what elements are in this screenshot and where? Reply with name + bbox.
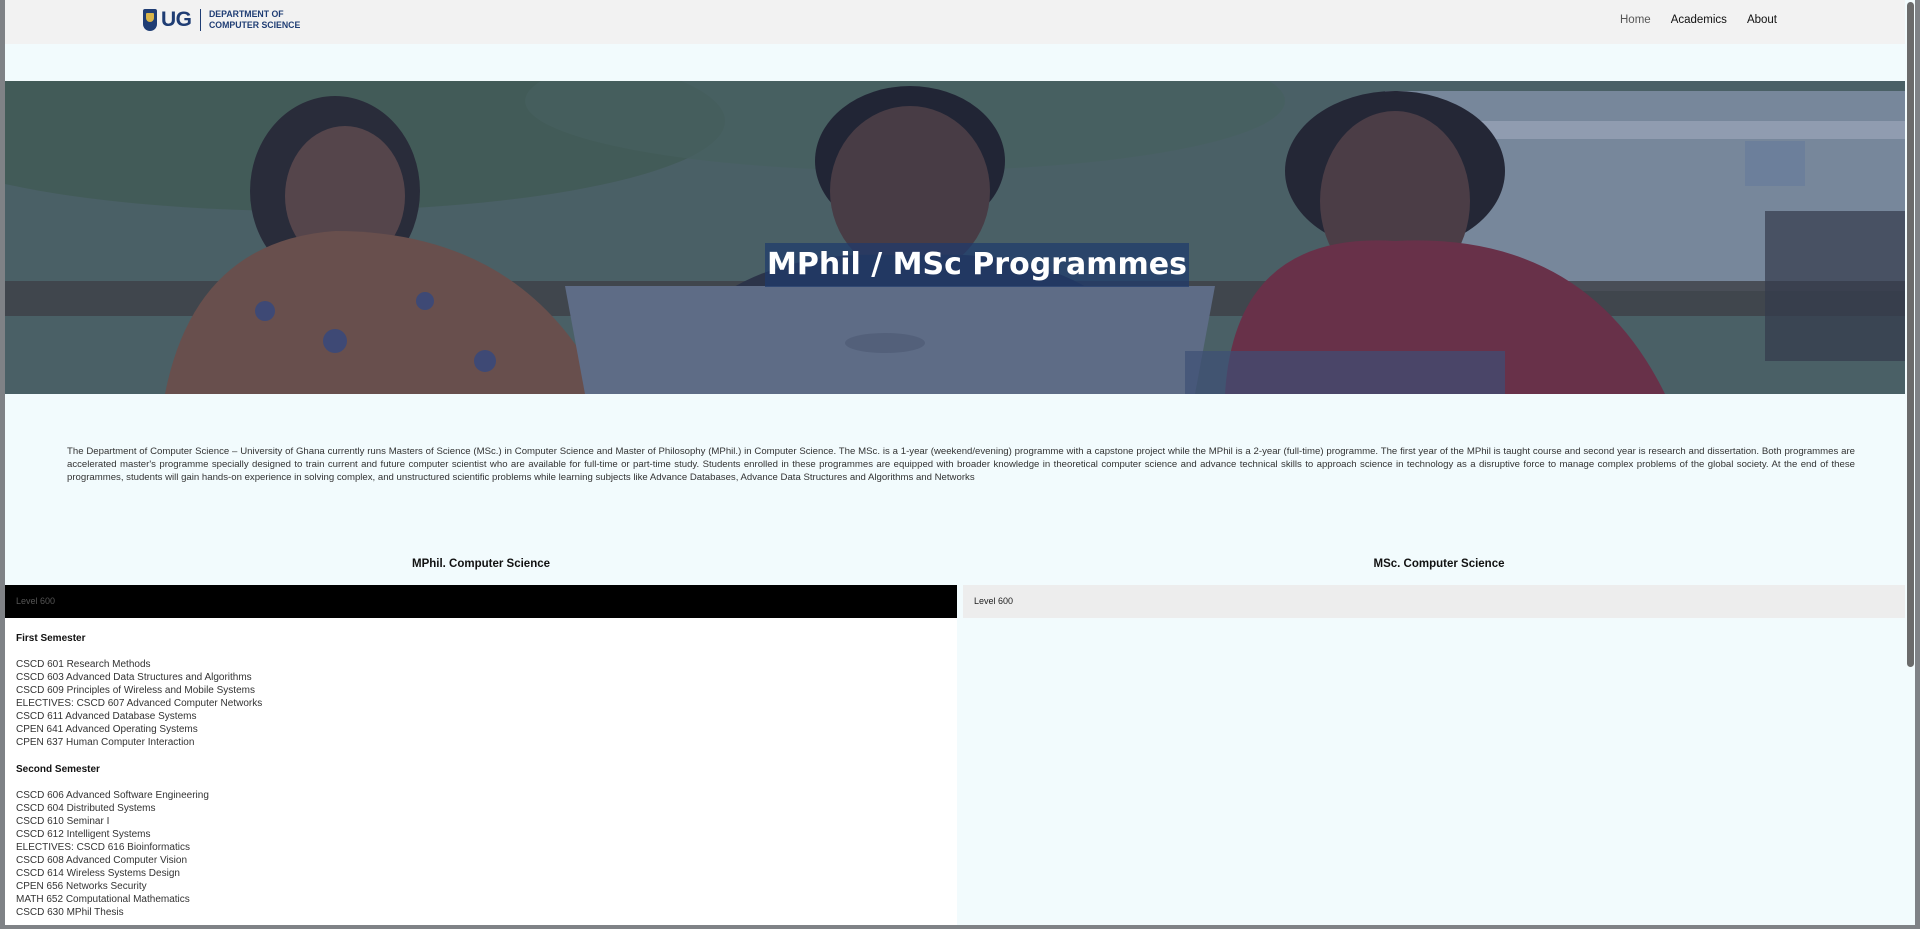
page-scrollbar[interactable] (1905, 0, 1915, 925)
university-crest-icon (143, 9, 157, 31)
second-semester-course-list: CSCD 606 Advanced Software Engineering C… (16, 789, 209, 919)
mphil-level-tab[interactable]: Level 600 (5, 585, 957, 618)
msc-column-title: MSc. Computer Science (1373, 558, 1505, 570)
mphil-column-title: MPhil. Computer Science (411, 558, 551, 570)
nav-link-academics[interactable]: Academics (1661, 12, 1737, 28)
logo-line-1: DEPARTMENT OF (208, 9, 284, 20)
scrollbar-thumb[interactable] (1907, 2, 1914, 667)
list-item: CSCD 614 Wireless Systems Design (16, 868, 180, 879)
nav-link-about[interactable]: About (1737, 12, 1787, 28)
hero-banner: MPhil / MSc Programmes (5, 81, 1915, 394)
page-title: MPhil / MSc Programmes (765, 243, 1189, 287)
list-item: CSCD 606 Advanced Software Engineering (16, 790, 209, 801)
list-item: CSCD 608 Advanced Computer Vision (16, 855, 188, 866)
hero-overlay (5, 81, 1915, 394)
list-item: CSCD 609 Principles of Wireless and Mobi… (16, 685, 255, 696)
nav-links: Home Academics About (1610, 12, 1787, 28)
list-item: CPEN 641 Advanced Operating Systems (16, 724, 198, 735)
list-item: CPEN 637 Human Computer Interaction (16, 737, 195, 748)
department-logo[interactable]: UG DEPARTMENT OF COMPUTER SCIENCE (143, 7, 308, 33)
list-item: CSCD 612 Intelligent Systems (16, 829, 151, 840)
top-navbar: UG DEPARTMENT OF COMPUTER SCIENCE Home A… (5, 0, 1915, 44)
list-item: MATH 652 Computational Mathematics (16, 894, 190, 905)
page-viewport: UG DEPARTMENT OF COMPUTER SCIENCE Home A… (5, 0, 1915, 925)
list-item: CSCD 604 Distributed Systems (16, 803, 156, 814)
list-item: CSCD 601 Research Methods (16, 659, 151, 670)
msc-level-tab[interactable]: Level 600 (963, 585, 1915, 618)
list-item: CSCD 610 Seminar I (16, 816, 110, 827)
first-semester-title: First Semester (16, 633, 86, 644)
nav-link-home[interactable]: Home (1610, 12, 1661, 28)
second-semester-title: Second Semester (16, 764, 100, 775)
logo-divider (199, 9, 201, 31)
list-item: CSCD 603 Advanced Data Structures and Al… (16, 672, 252, 683)
list-item: ELECTIVES: CSCD 616 Bioinformatics (16, 842, 190, 853)
mphil-course-panel: First Semester CSCD 601 Research Methods… (5, 618, 957, 925)
logo-ug-text: UG (161, 8, 192, 31)
list-item: ELECTIVES: CSCD 607 Advanced Computer Ne… (16, 698, 263, 709)
logo-department-name: DEPARTMENT OF COMPUTER SCIENCE (209, 9, 300, 31)
logo-line-2: COMPUTER SCIENCE (208, 20, 300, 31)
programme-description: The Department of Computer Science – Uni… (67, 445, 1855, 483)
first-semester-course-list: CSCD 601 Research Methods CSCD 603 Advan… (16, 658, 262, 749)
list-item: CSCD 630 MPhil Thesis (16, 907, 124, 918)
list-item: CPEN 656 Networks Security (16, 881, 147, 892)
list-item: CSCD 611 Advanced Database Systems (16, 711, 197, 722)
